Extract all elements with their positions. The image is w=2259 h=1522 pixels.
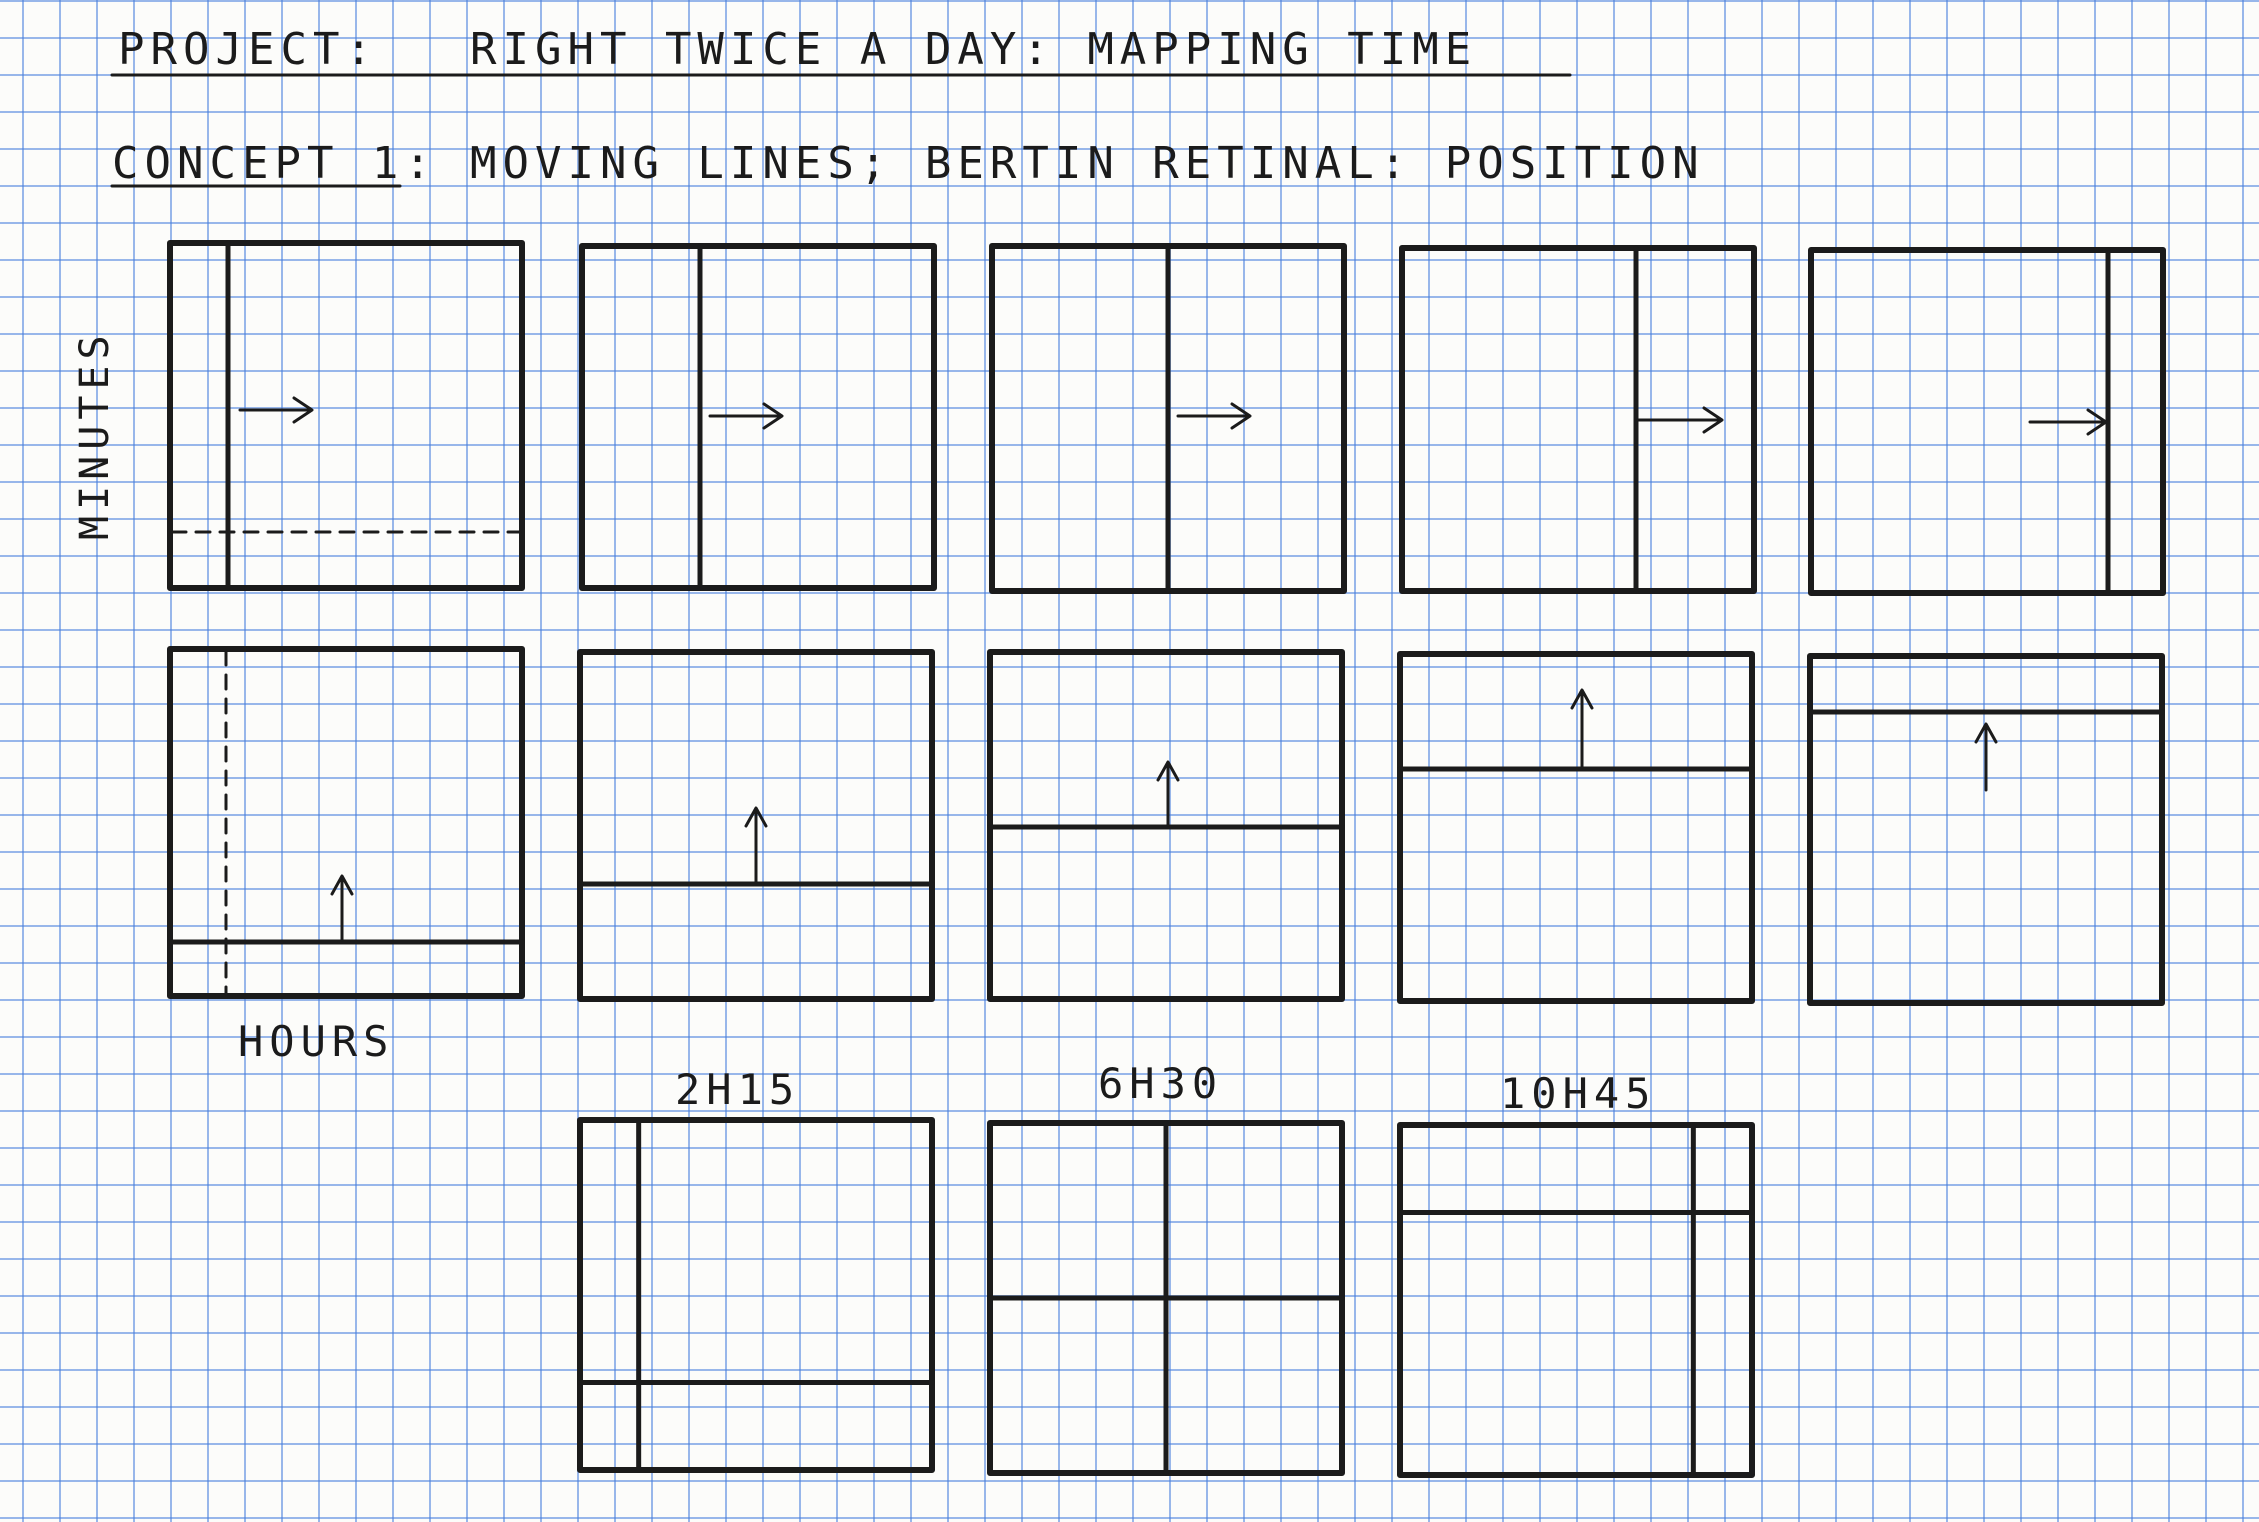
hours-axis-label: HOURS — [238, 1017, 394, 1066]
concept-label: CONCEPT 1: — [112, 138, 437, 189]
sketch-canvas: PROJECT: RIGHT TWICE A DAY: MAPPING TIME… — [72, 24, 2166, 1478]
minutes-panel-2 — [577, 649, 935, 1002]
minutes-panel-5 — [1807, 653, 2165, 1006]
example-label-6h30: 6H30 — [1098, 1059, 1223, 1108]
project-label: PROJECT: — [118, 24, 378, 75]
hours-panel-1 — [167, 240, 525, 591]
minutes-panel-3 — [987, 649, 1345, 1002]
example-panel-6h30 — [987, 1120, 1345, 1476]
hours-panel-2 — [579, 243, 937, 591]
minutes-panel-1 — [167, 646, 525, 999]
example-label-10h45: 10H45 — [1500, 1069, 1656, 1118]
concept-title: MOVING LINES; BERTIN RETINAL: POSITION — [470, 138, 1705, 189]
example-panel-10h45 — [1397, 1122, 1755, 1478]
example-label-2h15: 2H15 — [675, 1065, 800, 1114]
example-panel-2h15 — [577, 1117, 935, 1473]
hours-panel-4 — [1399, 245, 1757, 594]
minutes-panel-4 — [1397, 651, 1755, 1004]
project-header: PROJECT: RIGHT TWICE A DAY: MAPPING TIME — [110, 24, 1572, 77]
minutes-axis-label: MINUTES — [72, 329, 118, 540]
concept-header: CONCEPT 1: MOVING LINES; BERTIN RETINAL:… — [110, 138, 1705, 189]
project-title: RIGHT TWICE A DAY: MAPPING TIME — [470, 24, 1477, 75]
hours-panel-5 — [1808, 247, 2166, 596]
hours-panel-3 — [989, 243, 1347, 594]
